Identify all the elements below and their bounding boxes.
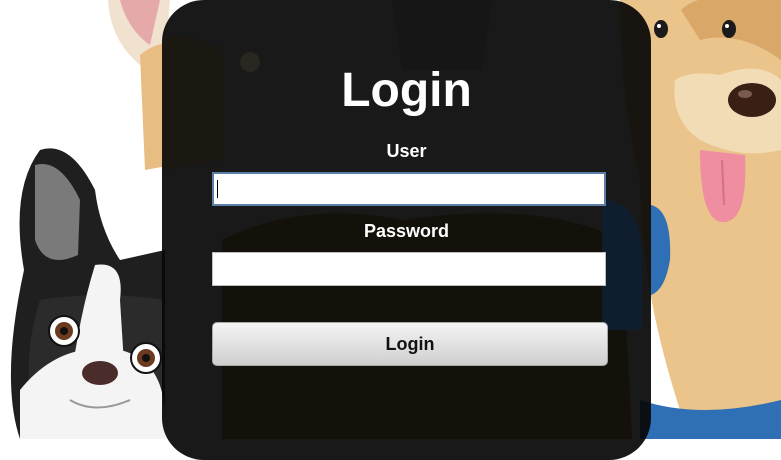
login-panel: Login User Password Login <box>162 0 651 460</box>
page-title: Login <box>341 64 472 117</box>
login-button[interactable]: Login <box>212 322 608 366</box>
french-bulldog-illustration-icon <box>10 148 166 439</box>
password-input[interactable] <box>212 252 606 286</box>
user-label: User <box>386 141 427 161</box>
user-input[interactable] <box>212 172 606 206</box>
text-caret <box>217 180 218 198</box>
password-label: Password <box>363 221 450 241</box>
